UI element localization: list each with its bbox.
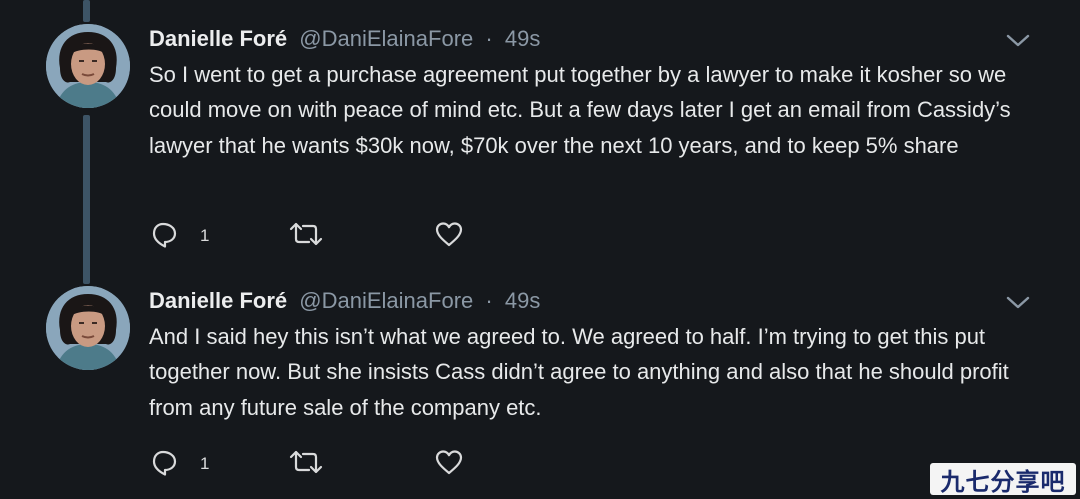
- user-handle[interactable]: @DaniElainaFore: [299, 26, 473, 51]
- like-button[interactable]: [434, 220, 464, 252]
- watermark-logo: 九七分享吧: [930, 463, 1076, 496]
- timestamp[interactable]: 49s: [505, 26, 540, 51]
- retweet-button[interactable]: [288, 448, 324, 480]
- avatar[interactable]: [46, 286, 130, 370]
- timestamp[interactable]: 49s: [505, 288, 540, 313]
- display-name[interactable]: Danielle Foré: [149, 288, 287, 313]
- user-handle[interactable]: @DaniElainaFore: [299, 288, 473, 313]
- chevron-down-icon[interactable]: [1004, 30, 1032, 52]
- reply-button[interactable]: 1: [150, 220, 209, 252]
- display-name[interactable]: Danielle Foré: [149, 26, 287, 51]
- tweet-text: So I went to get a purchase agreement pu…: [149, 62, 1011, 158]
- heart-icon: [434, 219, 464, 254]
- tweet-header: Danielle Foré @DaniElainaFore · 49s: [149, 25, 540, 53]
- reply-count: 1: [200, 226, 210, 245]
- reply-button[interactable]: 1: [150, 448, 209, 480]
- retweet-icon: [288, 447, 324, 482]
- separator-dot: ·: [485, 26, 493, 51]
- tweet[interactable]: Danielle Foré @DaniElainaFore · 49s So I…: [0, 0, 1080, 262]
- separator-dot: ·: [485, 288, 493, 313]
- watermark-text: 九七分享吧: [940, 467, 1066, 496]
- retweet-icon: [288, 219, 324, 254]
- avatar[interactable]: [46, 24, 130, 108]
- reply-bubble-icon: [150, 219, 180, 254]
- like-button[interactable]: [434, 448, 464, 480]
- tweet-header: Danielle Foré @DaniElainaFore · 49s: [149, 287, 540, 315]
- reply-count: 1: [200, 454, 210, 473]
- retweet-button[interactable]: [288, 220, 324, 252]
- tweet[interactable]: Danielle Foré @DaniElainaFore · 49s And …: [0, 262, 1080, 499]
- tweet-text: And I said hey this isn’t what we agreed…: [149, 324, 1009, 420]
- tweet-thread: Danielle Foré @DaniElainaFore · 49s So I…: [0, 0, 1080, 499]
- reply-bubble-icon: [150, 447, 180, 482]
- chevron-down-icon[interactable]: [1004, 292, 1032, 314]
- heart-icon: [434, 447, 464, 482]
